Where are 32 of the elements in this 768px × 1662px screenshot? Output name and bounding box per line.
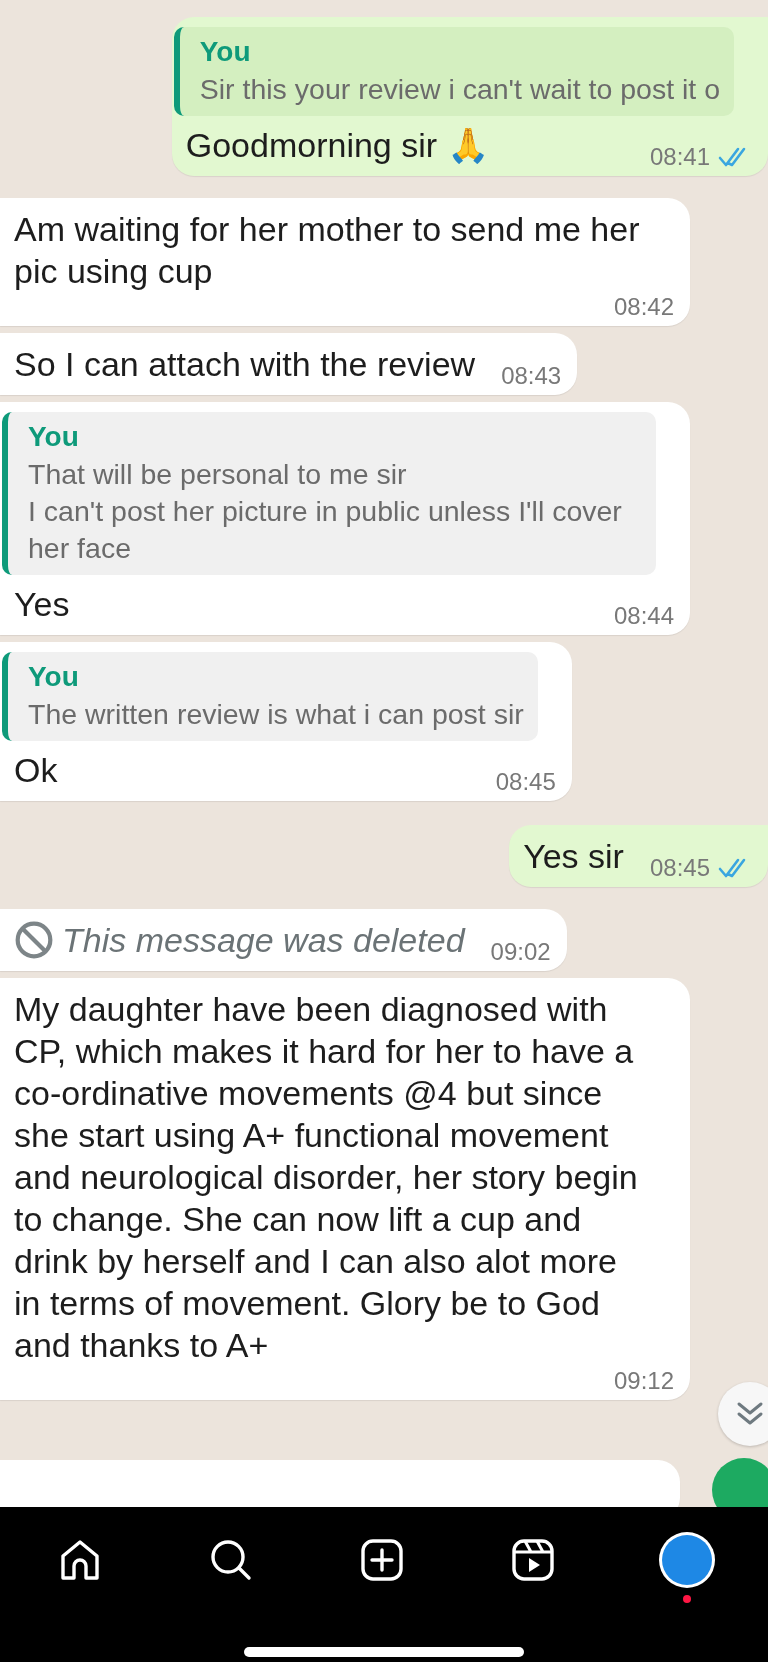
- quote-text: The written review is what i can post sir: [28, 697, 524, 732]
- plus-square-icon[interactable]: [360, 1538, 404, 1582]
- ban-icon: [14, 920, 54, 960]
- message-time: 08:45: [649, 853, 710, 883]
- message-text: Ok: [14, 750, 58, 791]
- message-time: 08:43: [501, 361, 562, 391]
- message-time: 08:44: [613, 601, 674, 631]
- message-time: 08:45: [495, 767, 556, 797]
- message-time: 09:02: [490, 937, 551, 967]
- double-chevron-down-icon: [736, 1401, 764, 1427]
- search-icon[interactable]: [209, 1538, 253, 1582]
- quote-author: You: [28, 660, 80, 694]
- message-time: 09:12: [613, 1366, 674, 1396]
- message-text: Goodmorning sir 🙏: [185, 125, 489, 166]
- message-text: So I can attach with the review: [14, 344, 476, 385]
- quote-text: Sir this your review i can't wait to post it o: [199, 72, 720, 107]
- quote-text: That will be personal to me sir I can't post her picture in public unless I'll cover her face: [28, 457, 623, 566]
- message-text: Yes: [14, 584, 70, 625]
- quote-author: You: [199, 35, 252, 69]
- deleted-message-text: This message was deleted: [62, 920, 465, 961]
- message-text: Yes sir: [523, 836, 624, 877]
- video-play-icon[interactable]: [511, 1538, 555, 1582]
- home-icon[interactable]: [58, 1538, 102, 1582]
- profile-avatar[interactable]: [662, 1535, 712, 1585]
- quote-author: You: [28, 420, 80, 454]
- message-text: My daughter have been diagnosed with CP, which makes it hard for her to have a co-ordinative movements @4 but since she start using A+ functional movement and neurological disorder, her story begin to change. She can now lift a cup and drink by herself and I can also alot more in terms of movement. Glory be to God and thanks to A+: [14, 989, 639, 1366]
- message-time: 08:41: [649, 142, 710, 172]
- message-time: 08:42: [613, 292, 674, 322]
- quoted-message[interactable]: You The written review is what i can post sir: [2, 652, 538, 741]
- message-text: Am waiting for her mother to send me her pic using cup: [14, 209, 641, 292]
- quoted-message[interactable]: You That will be personal to me sir I can't post her picture in public unless I'll cover her face: [2, 412, 656, 575]
- quoted-message[interactable]: You Sir this your review i can't wait to post it o: [173, 27, 734, 116]
